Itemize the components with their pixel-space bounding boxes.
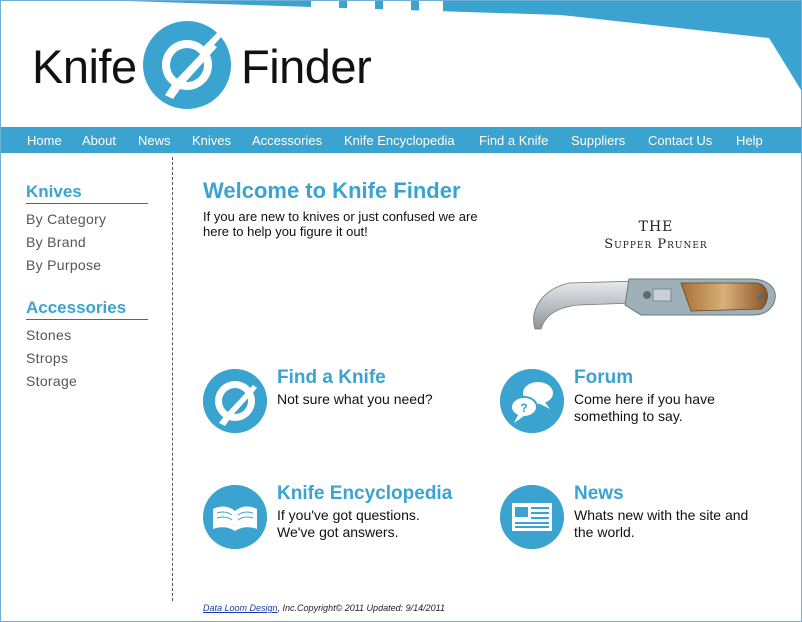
nav-knives[interactable]: Knives [192,127,231,154]
find-a-knife-icon[interactable] [203,369,267,433]
footer-copyright-text: , Inc.Copyright© 2011 Updated: 9/14/2011 [277,603,445,613]
nav-suppliers[interactable]: Suppliers [571,127,625,154]
news-title[interactable]: News [574,483,624,505]
sidebar-heading-knives[interactable]: Knives [26,182,148,204]
sidebar-link-storage[interactable]: Storage [26,373,77,389]
page-title: Welcome to Knife Finder [203,178,461,203]
news-text-line2: the world. [574,524,635,540]
forum-text-line1: Come here if you have [574,391,715,407]
footer-designer-link[interactable]: Data Loom Design [203,603,278,613]
sidebar-link-by-category[interactable]: By Category [26,211,106,227]
sidebar-link-by-brand[interactable]: By Brand [26,234,86,250]
newspaper-icon[interactable] [500,485,564,549]
forum-text-line2: something to say. [574,408,683,424]
footer: Data Loom Design, Inc.Copyright© 2011 Up… [203,603,445,613]
sidebar-link-stones[interactable]: Stones [26,327,71,343]
sidebar-link-by-purpose[interactable]: By Purpose [26,257,101,273]
nav-accessories[interactable]: Accessories [252,127,322,154]
knife-encyclopedia-text-line2: We've got answers. [277,524,399,540]
logo-text-knife[interactable]: Knife [32,39,137,95]
find-a-knife-text: Not sure what you need? [277,391,433,407]
nav-about[interactable]: About [82,127,116,154]
open-book-icon[interactable] [203,485,267,549]
main-navigation: Home About News Knives Accessories Knife… [1,127,801,153]
nav-help[interactable]: Help [736,127,763,154]
nav-home[interactable]: Home [27,127,62,154]
logo-text-finder[interactable]: Finder [241,39,372,95]
product-title-name: Supper Pruner [604,237,708,252]
sidebar: Knives By Category By Brand By Purpose A… [1,153,171,593]
product-title-the: THE [638,219,674,235]
svg-text:?: ? [520,401,527,415]
forum-title[interactable]: Forum [574,367,633,389]
forum-chat-bubbles-icon[interactable]: ? [500,369,564,433]
intro-text: If you are new to knives or just confuse… [203,209,478,239]
page-frame: Knife Finder Home About News Knives Acce… [0,0,802,622]
news-text-line1: Whats new with the site and [574,507,749,523]
nav-knife-encyclopedia[interactable]: Knife Encyclopedia [344,127,455,154]
nav-news[interactable]: News [138,127,171,154]
folding-knife-image [533,278,776,330]
content-divider [172,157,173,601]
nav-contact-us[interactable]: Contact Us [648,127,712,154]
featured-product[interactable]: THE Supper Pruner [521,213,791,343]
site-header: Knife Finder [1,1,801,127]
find-a-knife-title[interactable]: Find a Knife [277,367,386,389]
knife-encyclopedia-title[interactable]: Knife Encyclopedia [277,483,452,505]
knife-encyclopedia-text-line1: If you've got questions. [277,507,420,523]
sidebar-link-strops[interactable]: Strops [26,350,68,366]
nav-find-a-knife[interactable]: Find a Knife [479,127,548,154]
sidebar-heading-accessories[interactable]: Accessories [26,298,148,320]
knife-logo-icon[interactable] [143,21,231,109]
